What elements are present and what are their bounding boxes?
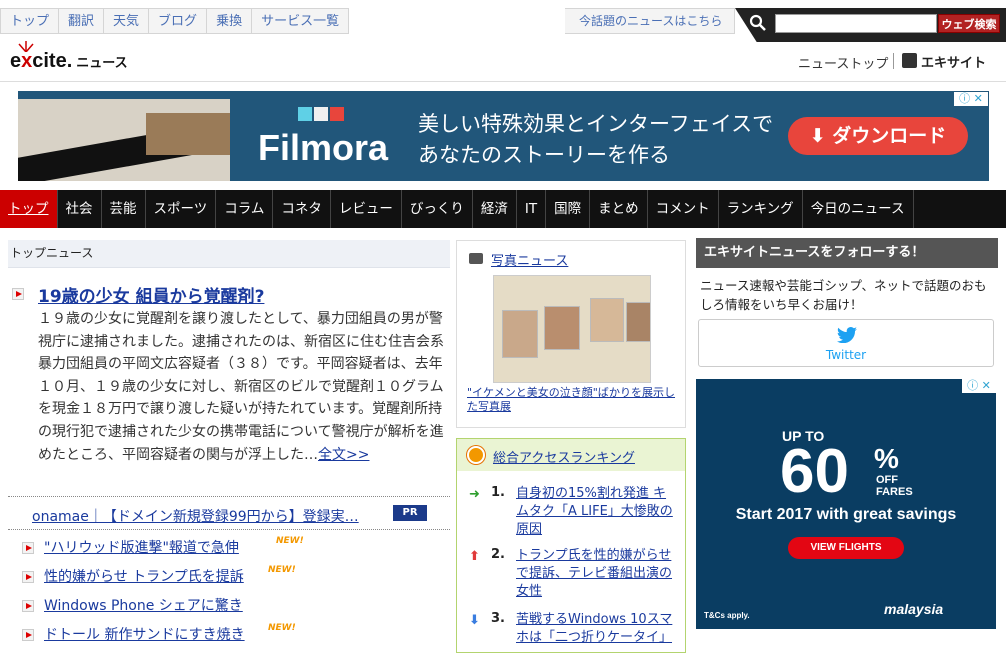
arrow-icon (22, 571, 34, 583)
rank-steady-icon: ➜ (469, 487, 480, 502)
toplink-transit[interactable]: 乗換 (207, 9, 253, 33)
arrow-icon (22, 542, 34, 554)
new-badge: NEW! (268, 565, 296, 575)
nav-top[interactable]: トップ (0, 190, 58, 228)
home-icon[interactable] (902, 53, 917, 68)
twitter-button[interactable]: Twitter (698, 319, 994, 367)
photo-news-title[interactable]: 写真ニュース (491, 250, 568, 269)
headline-title[interactable]: 19歳の少女 組員から覚醒剤? (38, 282, 264, 307)
nav-it[interactable]: IT (517, 190, 547, 228)
twitter-label: Twitter (825, 348, 867, 362)
rank-link[interactable]: 自身初の15%割れ発進 キムタク「A LIFE」大惨敗の原因 (516, 485, 678, 539)
ad-off-fares: OFF FARES (876, 474, 913, 498)
news-top-link[interactable]: ニューストップ (798, 53, 888, 72)
follow-text: ニュース速報や芸能ゴシップ、ネットで話題のおもしろ情報をいち早くお届け！ (700, 278, 987, 312)
view-flights-button[interactable]: VIEW FLIGHTS (788, 537, 904, 559)
ranking-box: 総合アクセスランキング ➜ 1. 自身初の15%割れ発進 キムタク「A LIFE… (456, 438, 686, 653)
news-link[interactable]: Windows Phone シェアに驚き (44, 595, 243, 615)
malaysia-airlines-logo: malaysia (884, 601, 944, 617)
divider (893, 53, 894, 69)
headline-body: １９歳の少女に覚醒剤を譲り渡したとして、暴力団組員の男が警視庁に逮捕されました。… (38, 311, 444, 463)
follow-header: エキサイトニュースをフォローする！ (696, 238, 998, 268)
ad-percent-sign: % (874, 443, 899, 474)
banner-ad[interactable]: Filmora 美しい特殊効果とインターフェイスで あなたのストーリーを作る ⬇… (18, 91, 989, 181)
pr-row[interactable]: onamae｜【ドメイン新規登録99円から】登録実… PR (8, 496, 450, 530)
excite-link[interactable]: エキサイト (921, 52, 986, 71)
arrow-icon (22, 629, 34, 641)
toplink-blog[interactable]: ブログ (149, 9, 208, 33)
nav-economy[interactable]: 経済 (473, 190, 517, 228)
top-bar: トップ 翻訳 天気 ブログ 乗換 サービス一覧 今話題のニュースはこちら ウェブ… (0, 0, 1006, 42)
side-ad[interactable]: UP TO 60 % OFF FARES Start 2017 with grea… (696, 379, 996, 629)
nav-surprise[interactable]: びっくり (402, 190, 473, 228)
top-news-section: トップニュース 19歳の少女 組員から覚醒剤? １９歳の少女に覚醒剤を譲り渡した… (8, 240, 450, 643)
banner-ad-image (18, 99, 230, 181)
nav-today[interactable]: 今日のニュース (803, 190, 914, 228)
banner-photo (146, 113, 230, 155)
twitter-icon (837, 327, 857, 343)
nav-review[interactable]: レビュー (331, 190, 402, 228)
nav-international[interactable]: 国際 (546, 190, 591, 228)
banner-text: 美しい特殊効果とインターフェイスで あなたのストーリーを作る (418, 112, 774, 167)
nav-sports[interactable]: スポーツ (146, 190, 217, 228)
rank-down-icon: ⬇ (469, 613, 480, 628)
ad-percent-number: 60 (780, 437, 849, 506)
new-badge: NEW! (268, 623, 296, 633)
ad-headline: Start 2017 with great savings (735, 506, 957, 523)
rank-link[interactable]: 苦戦するWindows 10スマホは「二つ折りケータイ」 (516, 611, 678, 647)
photo-news-caption[interactable]: "イケメンと美女の泣き顔"ばかりを展示した写真展 (467, 386, 677, 414)
hot-news-link[interactable]: 今話題のニュースはこちら (565, 8, 735, 34)
ranking-icon (467, 446, 485, 464)
rank-up-icon: ⬆ (469, 549, 480, 564)
rank-number: 3. (491, 611, 505, 626)
arrow-icon (22, 600, 34, 612)
nav-ranking[interactable]: ランキング (719, 190, 803, 228)
news-link[interactable]: 性的嫌がらせ トランプ氏を提訴 (44, 566, 244, 586)
ranking-title[interactable]: 総合アクセスランキング (493, 447, 635, 466)
camera-icon (469, 253, 483, 264)
nav-matome[interactable]: まとめ (590, 190, 648, 228)
nav-society[interactable]: 社会 (58, 190, 102, 228)
excite-news-logo[interactable]: excite. ニュース (10, 50, 128, 73)
pr-badge: PR (393, 505, 427, 521)
news-link[interactable]: "ハリウッド版進撃"報道で急伸 (44, 537, 239, 557)
arrow-icon (12, 288, 24, 300)
search-input[interactable] (775, 14, 937, 33)
rank-number: 2. (491, 547, 505, 562)
web-search-button[interactable]: ウェブ検索 (938, 14, 1000, 33)
toplink-weather[interactable]: 天気 (104, 9, 150, 33)
toplink-services[interactable]: サービス一覧 (252, 9, 348, 33)
news-link[interactable]: ドトール 新作サンドにすき焼き (44, 624, 245, 644)
nav-koneta[interactable]: コネタ (273, 190, 331, 228)
read-more-link[interactable]: 全文>> (318, 447, 369, 463)
ad-terms: T&Cs apply. (704, 611, 750, 620)
banner-download-button[interactable]: ⬇ ダウンロード (788, 117, 968, 155)
nav-entertainment[interactable]: 芸能 (102, 190, 146, 228)
ad-choices-icon[interactable]: ⓘ ✕ (962, 379, 996, 393)
rank-link[interactable]: トランプ氏を性的嫌がらせで提訴、テレビ番組出演の女性 (516, 547, 678, 601)
filmora-mark-icon (298, 107, 344, 121)
search-icon[interactable] (749, 14, 767, 32)
banner-brand: Filmora (258, 127, 389, 168)
top-news-header: トップニュース (8, 240, 450, 268)
nav-comment[interactable]: コメント (648, 190, 719, 228)
top-links: トップ 翻訳 天気 ブログ 乗換 サービス一覧 (0, 8, 350, 34)
rank-number: 1. (491, 485, 505, 500)
nav-column[interactable]: コラム (216, 190, 274, 228)
ranking-header: 総合アクセスランキング (457, 439, 685, 471)
logo-row: excite. ニュース ニューストップ エキサイト (0, 41, 1006, 82)
toplink-translate[interactable]: 翻訳 (59, 9, 105, 33)
photo-news-box: 写真ニュース "イケメンと美女の泣き顔"ばかりを展示した写真展 (456, 240, 686, 428)
photo-news-thumbnail[interactable] (493, 275, 651, 383)
toplink-top[interactable]: トップ (1, 9, 60, 33)
category-nav: トップ 社会 芸能 スポーツ コラム コネタ レビュー びっくり 経済 IT 国… (0, 190, 1006, 228)
ad-choices-icon[interactable]: ⓘ ✕ (954, 92, 988, 106)
new-badge: NEW! (276, 536, 304, 546)
pr-link[interactable]: onamae｜【ドメイン新規登録99円から】登録実… (32, 506, 359, 526)
